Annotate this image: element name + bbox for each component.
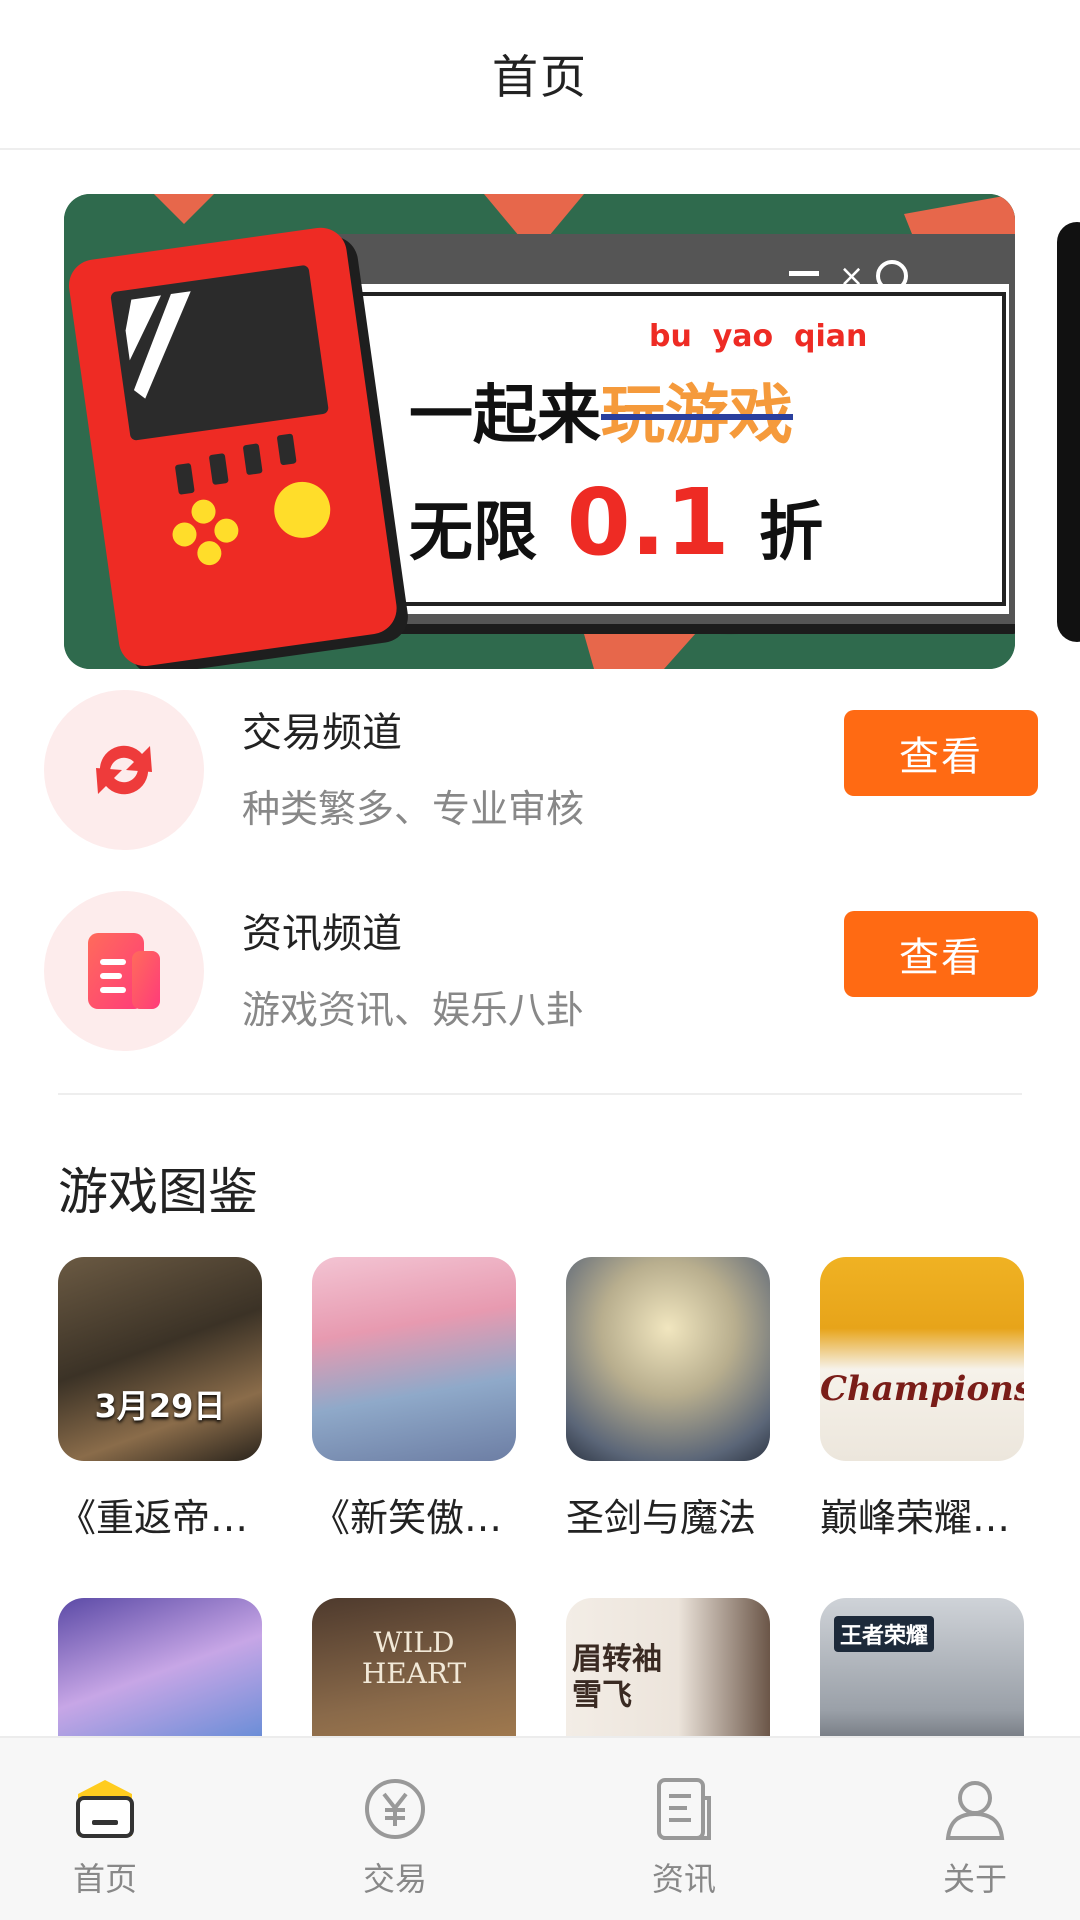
trade-view-button[interactable]: 查看 [844, 710, 1038, 796]
tab-home[interactable]: 首页 [5, 1738, 205, 1920]
game-card[interactable]: 《新笑傲江湖》 [312, 1257, 516, 1542]
banner-line2-prefix: 无限 [409, 496, 537, 570]
game-title: 巅峰荣耀传奇 [820, 1496, 1024, 1540]
gallery-section-title: 游戏图鉴 [58, 1163, 258, 1221]
trade-channel-title: 交易频道 [242, 710, 402, 756]
game-thumb-text: 王者荣耀 [834, 1616, 935, 1652]
game-card[interactable]: Champions 巅峰荣耀传奇 [820, 1257, 1024, 1542]
game-title: 圣剑与魔法 [566, 1496, 757, 1540]
banner-discount-value: 0.1 [566, 469, 730, 576]
trade-channel-icon-wrap [44, 690, 204, 850]
game-card[interactable]: 圣剑与魔法 [566, 1257, 770, 1542]
game-thumb-text: WILD HEART [361, 1626, 467, 1690]
news-channel-desc: 游戏资讯、娱乐八卦 [242, 988, 585, 1032]
channel-news: 资讯频道 游戏资讯、娱乐八卦 查看 [44, 891, 1044, 1051]
banner-next-slide-peek[interactable] [1057, 222, 1080, 642]
banner-line2: 无限 0.1 折 [409, 469, 823, 576]
news-channel-icon-wrap [44, 891, 204, 1051]
tab-news[interactable]: 资讯 [584, 1738, 784, 1920]
tab-home-label: 首页 [72, 1860, 137, 1898]
banner-line1-text: 一起来 [409, 379, 601, 453]
document-icon [88, 933, 160, 1009]
promo-banner[interactable]: × bu yao qian 一起来玩游戏 无限 0.1 折 [64, 194, 1015, 669]
bottom-tab-bar: 首页 交易 资讯 关于 [0, 1736, 1080, 1920]
game-thumb-text: 眉转袖雪飞 [572, 1642, 662, 1713]
person-icon [945, 1781, 1005, 1840]
tab-about[interactable]: 关于 [875, 1738, 1075, 1920]
refresh-icon [96, 745, 152, 795]
svg-text:×: × [839, 259, 864, 294]
banner-pinyin: bu yao qian [649, 319, 868, 354]
trade-channel-desc: 种类繁多、专业审核 [242, 787, 585, 831]
game-thumbnail: 3月29日 [58, 1257, 262, 1461]
page-title: 首页 [492, 50, 588, 104]
banner-line2-suffix: 折 [759, 496, 824, 570]
news-channel-title: 资讯频道 [242, 911, 402, 957]
channel-trade: 交易频道 种类繁多、专业审核 查看 [44, 690, 1044, 850]
banner-line1: 一起来玩游戏 [409, 364, 793, 456]
tab-news-label: 资讯 [651, 1860, 716, 1898]
game-thumbnail [312, 1257, 516, 1461]
game-thumb-text: 3月29日 [94, 1387, 226, 1425]
section-divider [58, 1093, 1022, 1095]
tab-trade[interactable]: 交易 [295, 1738, 495, 1920]
game-title: 《新笑傲江湖》 [312, 1496, 516, 1540]
top-bar: 首页 [0, 0, 1080, 150]
news-icon [657, 1778, 711, 1840]
tab-about-label: 关于 [942, 1860, 1007, 1898]
tab-trade-label: 交易 [362, 1860, 427, 1898]
banner-line1-highlight: 玩游戏 [601, 379, 793, 453]
news-view-button[interactable]: 查看 [844, 911, 1038, 997]
yen-icon [365, 1779, 425, 1839]
game-card[interactable]: 3月29日 《重返帝国》 [58, 1257, 262, 1542]
game-title: 《重返帝国》 [58, 1496, 262, 1540]
game-thumbnail: Champions [820, 1257, 1024, 1461]
game-thumbnail [566, 1257, 770, 1461]
home-icon [76, 1780, 134, 1838]
game-thumb-text: Champions [820, 1369, 1024, 1409]
